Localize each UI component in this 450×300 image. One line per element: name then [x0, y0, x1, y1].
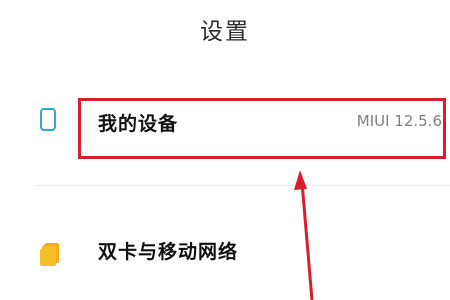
- sim-card-icon: [40, 243, 59, 266]
- phone-icon: [40, 108, 56, 131]
- page-title: 设置: [200, 19, 250, 45]
- settings-page: 设置 我的设备 MIUI 12.5.6 双卡与移动网络: [0, 0, 450, 300]
- highlight-box: [78, 98, 446, 159]
- dual-sim-and-mobile-network-item[interactable]: 双卡与移动网络: [0, 212, 450, 288]
- divider: [34, 185, 450, 186]
- dual-sim-label: 双卡与移动网络: [98, 241, 239, 263]
